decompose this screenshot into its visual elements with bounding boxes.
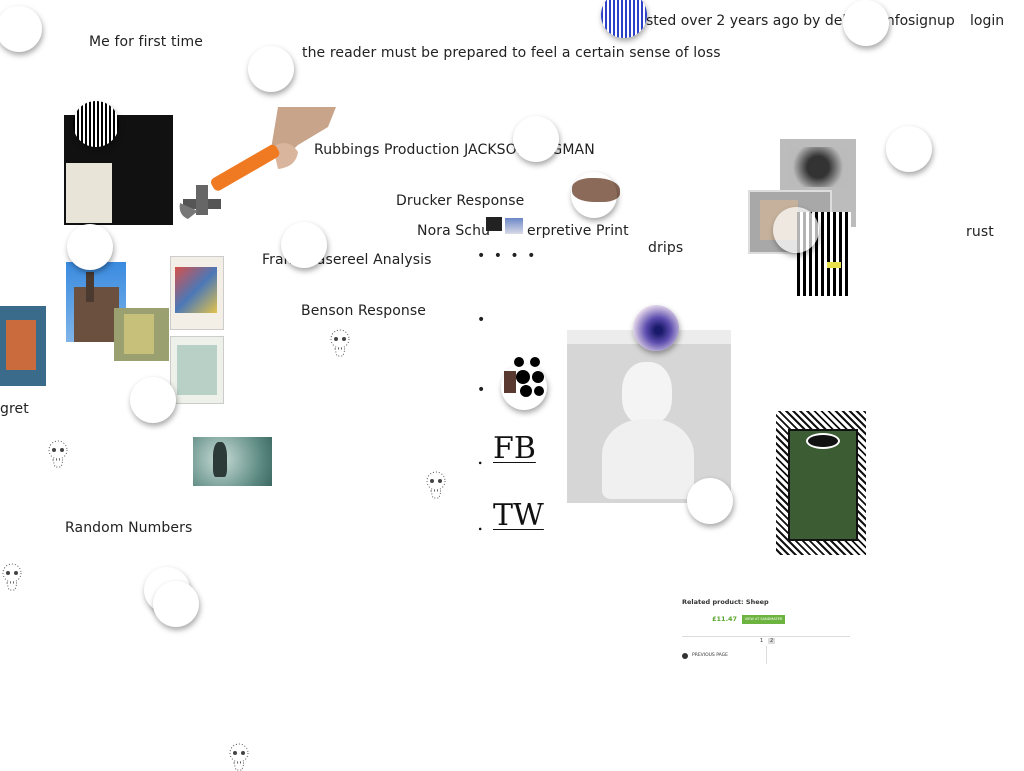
facebook-link[interactable]: FB: [493, 431, 536, 466]
mural-photo[interactable]: [114, 308, 169, 361]
floating-bubble[interactable]: [513, 116, 559, 162]
post-benson[interactable]: Benson Response: [301, 303, 426, 319]
prev-arrow-icon[interactable]: [682, 653, 688, 659]
nora-thumb-2[interactable]: [505, 218, 523, 234]
blue-halftone-bubble[interactable]: [601, 0, 647, 38]
floating-bubble[interactable]: [281, 222, 327, 268]
product-price: £11.47: [712, 615, 738, 623]
card-divider: [682, 636, 850, 637]
print-colorful[interactable]: [170, 256, 224, 330]
bullet-dot: •: [477, 312, 486, 328]
floating-bubble[interactable]: [153, 581, 199, 627]
jungle-print-image[interactable]: [776, 411, 866, 555]
dots-row: • • • •: [477, 248, 538, 264]
skull-icon[interactable]: [228, 743, 250, 771]
twitter-link[interactable]: TW: [493, 498, 544, 533]
hand-shadow-image[interactable]: [193, 437, 272, 486]
page-2[interactable]: 2: [768, 638, 776, 644]
floating-bubble[interactable]: [248, 46, 294, 92]
3d-bust-render[interactable]: [567, 330, 731, 503]
nora-thumb-1[interactable]: [486, 217, 502, 231]
floating-bubble[interactable]: [687, 478, 733, 524]
skull-icon[interactable]: [47, 440, 69, 468]
post-drips[interactable]: drips: [648, 240, 683, 256]
bw-halftone-bubble[interactable]: [73, 101, 119, 147]
print-sketch[interactable]: [170, 336, 224, 404]
related-product-card: Related product: Sheep £11.47 VIEW AT SA…: [680, 596, 852, 666]
post-reader-loss[interactable]: the reader must be prepared to feel a ce…: [302, 45, 721, 61]
login-link[interactable]: login: [970, 13, 1004, 29]
post-random-numbers[interactable]: Random Numbers: [65, 520, 192, 536]
collage-edge-image[interactable]: [0, 306, 46, 386]
purple-blur-bubble[interactable]: [633, 305, 679, 351]
signup-link[interactable]: signup: [908, 13, 955, 29]
floating-bubble[interactable]: [0, 6, 42, 52]
post-me-first-time[interactable]: Me for first time: [89, 34, 203, 50]
floating-bubble[interactable]: [773, 207, 819, 253]
skull-icon[interactable]: [329, 329, 351, 357]
floating-bubble[interactable]: [67, 224, 113, 270]
hammer-image[interactable]: [178, 107, 338, 225]
floating-bubble[interactable]: [130, 377, 176, 423]
prev-page-link[interactable]: PREVIOUS PAGE: [692, 653, 728, 658]
post-drucker[interactable]: Drucker Response: [396, 193, 524, 209]
bullet-dot: .: [477, 445, 484, 469]
bullet-dot: .: [477, 511, 484, 535]
floating-bubble[interactable]: [571, 172, 617, 218]
view-product-button[interactable]: VIEW AT SANDMATER: [742, 615, 785, 624]
post-nora-tail[interactable]: erpretive Print: [527, 223, 629, 239]
card-vline: [766, 646, 767, 664]
skull-icon[interactable]: [425, 471, 447, 499]
floating-bubble[interactable]: [501, 364, 547, 410]
post-regret[interactable]: gret: [0, 401, 29, 417]
post-nora[interactable]: Nora Schu: [417, 223, 490, 239]
product-title: Related product: Sheep: [682, 598, 769, 606]
skull-icon[interactable]: [1, 563, 23, 591]
floating-bubble[interactable]: [886, 126, 932, 172]
floating-bubble[interactable]: [843, 0, 889, 46]
page-1[interactable]: 1: [760, 638, 763, 644]
post-rust[interactable]: rust: [966, 224, 994, 240]
